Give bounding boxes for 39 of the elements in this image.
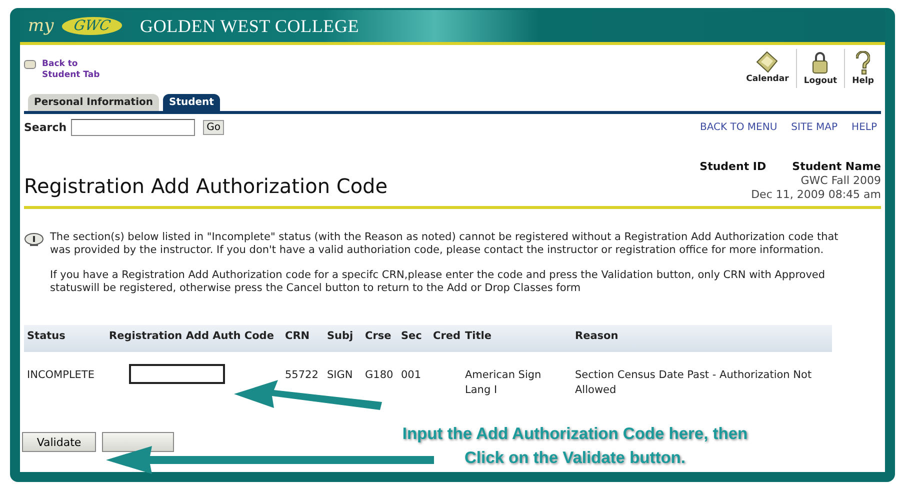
- table-cell: 001: [398, 352, 430, 402]
- tab[interactable]: Personal Information: [28, 94, 159, 111]
- reason-cell: Section Census Date Past - Authorization Not Allowed: [572, 352, 832, 402]
- back-link[interactable]: Back to Student Tab: [42, 59, 100, 81]
- logo-prefix: my: [28, 16, 54, 36]
- date-time: Dec 11, 2009 08:45 am: [751, 188, 881, 202]
- search-label: Search: [24, 121, 67, 134]
- nav-link[interactable]: SITE MAP: [791, 122, 838, 133]
- toolbar-button[interactable]: Help: [844, 49, 881, 88]
- table-cell: 55722: [282, 352, 324, 402]
- column-header: Cred: [430, 325, 462, 352]
- column-header: Title: [462, 325, 572, 352]
- callout-text: Input the Add Authorization Code here, then Click on the Validate button.: [401, 424, 749, 469]
- title-cell: American Sign Lang I: [462, 352, 572, 402]
- student-name-label: Student Name: [792, 160, 881, 174]
- tab[interactable]: Student: [163, 94, 220, 111]
- table-cell: G180: [362, 352, 398, 402]
- college-logo[interactable]: GWC: [60, 17, 124, 35]
- student-id-label: Student ID: [700, 160, 766, 174]
- toolbar-button[interactable]: Calendar: [739, 49, 796, 88]
- page-title: Registration Add Authorization Code: [24, 174, 388, 198]
- term-text: GWC Fall 2009: [800, 174, 881, 188]
- go-button[interactable]: Go: [202, 120, 224, 135]
- column-header: Registration Add Auth Code: [106, 325, 282, 352]
- column-header: Sec: [398, 325, 430, 352]
- nav-link[interactable]: HELP: [852, 122, 877, 133]
- table-cell: SIGN: [324, 352, 362, 402]
- column-header: Crse: [362, 325, 398, 352]
- info-paragraph: If you have a Registration Add Authorization code for a specifc CRN,please enter the code and press the Validation button, only CRN with Approved statuswill be registered, otherwise press the Cancel button to return to the Add or Drop Classes form: [50, 269, 826, 295]
- nav-link[interactable]: BACK TO MENU: [700, 122, 778, 133]
- column-header: CRN: [282, 325, 324, 352]
- toolbar-button[interactable]: Logout: [796, 49, 844, 88]
- column-header: Status: [24, 325, 106, 352]
- info-paragraph: The section(s) below listed in "Incomplete" status (with the Reason as noted) cannot be registered without a Registration Add Authorization code that was provided by the instructor. If you don't have a valid authoriation code, please contact the instructor or registration office for more information.: [50, 231, 840, 257]
- college-name: GOLDEN WEST COLLEGE: [140, 16, 360, 36]
- column-header: Subj: [324, 325, 362, 352]
- status-cell: INCOMPLETE: [24, 352, 106, 402]
- column-header: Reason: [572, 325, 832, 352]
- validate-button[interactable]: Validate: [22, 432, 96, 452]
